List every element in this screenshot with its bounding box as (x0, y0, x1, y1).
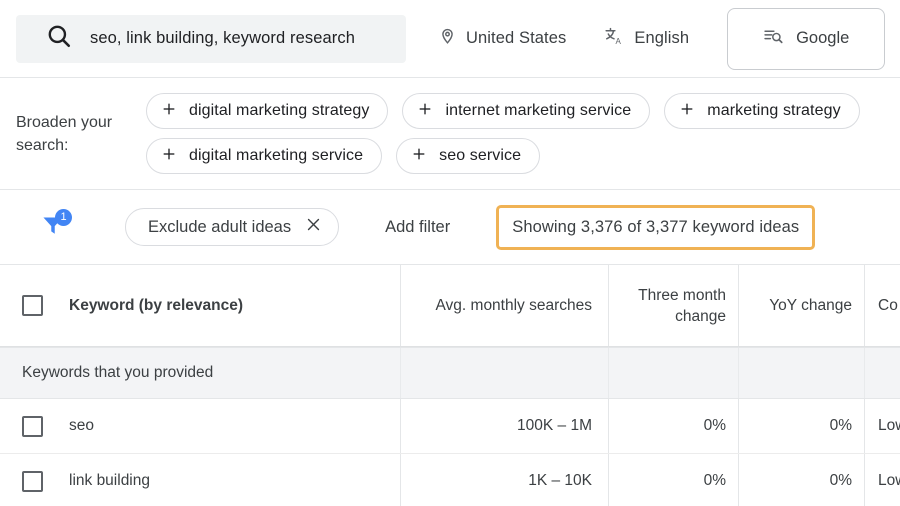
group-cell-avg (400, 348, 608, 398)
group-cell-keyword: Keywords that you provided (0, 348, 400, 398)
search-header: seo, link building, keyword research Uni… (0, 0, 900, 78)
row-cell-competition: Low (864, 454, 900, 506)
header-label-three-month-change: Three month change (638, 286, 726, 325)
row-cell-three-month-change: 0% (608, 454, 738, 506)
select-all-checkbox[interactable] (22, 295, 43, 316)
plus-icon (417, 101, 433, 122)
search-network-button[interactable]: Google (727, 7, 886, 70)
add-filter-button[interactable]: Add filter (385, 218, 450, 237)
group-cell-three (608, 348, 738, 398)
row-cell-three-month-change: 0% (608, 399, 738, 453)
row-yoy-change-value: 0% (829, 472, 852, 489)
table-row[interactable]: link building 1K – 10K 0% 0% Low (0, 454, 900, 506)
header-label-yoy-change: YoY change (769, 297, 852, 314)
plus-icon (679, 101, 695, 122)
showing-count-label: Showing 3,376 of 3,377 keyword ideas (512, 217, 800, 236)
broaden-search-section: Broaden your search: digital marketing s… (0, 78, 900, 190)
plus-icon (161, 146, 177, 167)
header-cell-three-month-change[interactable]: Three month change (608, 265, 738, 346)
filter-count-badge: 1 (55, 209, 72, 226)
table-row[interactable]: seo 100K – 1M 0% 0% Low (0, 399, 900, 454)
active-filter-chip[interactable]: Exclude adult ideas (125, 208, 340, 246)
search-network-label: Google (796, 29, 850, 47)
location-selector[interactable]: United States (438, 15, 566, 63)
header-label-keyword[interactable]: Keyword (by relevance) (69, 296, 243, 316)
broaden-chip-label: digital marketing service (189, 147, 364, 164)
keyword-ideas-table: Keyword (by relevance) Avg. monthly sear… (0, 265, 900, 506)
broaden-chip-list: digital marketing strategy internet mark… (146, 93, 900, 174)
plus-icon (411, 146, 427, 167)
row-select-checkbox[interactable] (22, 470, 43, 492)
group-row-label: Keywords that you provided (22, 364, 214, 381)
filter-funnel-button[interactable]: 1 (34, 208, 72, 246)
broaden-search-label: Broaden your search: (16, 113, 113, 154)
search-icon (46, 23, 72, 54)
row-yoy-change-value: 0% (829, 417, 852, 434)
row-cell-competition: Low (864, 399, 900, 453)
row-keyword-label: link building (69, 472, 150, 489)
showing-count-highlight: Showing 3,376 of 3,377 keyword ideas (496, 204, 816, 250)
header-cell-yoy-change[interactable]: YoY change (738, 265, 864, 346)
keyword-planner-page: seo, link building, keyword research Uni… (0, 0, 900, 506)
header-label-avg-monthly-searches: Avg. monthly searches (435, 297, 592, 314)
filter-bar: 1 Exclude adult ideas Add filter Showing… (0, 190, 900, 265)
group-cell-yoy (738, 348, 864, 398)
row-cell-yoy-change: 0% (738, 454, 864, 506)
broaden-chip[interactable]: digital marketing service (146, 138, 383, 174)
search-input-value[interactable]: seo, link building, keyword research (90, 29, 355, 48)
row-keyword-label: seo (69, 417, 94, 434)
row-competition-value: Low (878, 472, 900, 489)
header-cell-competition[interactable]: Co (864, 265, 900, 346)
row-cell-avg-monthly-searches: 1K – 10K (400, 454, 608, 506)
language-label: English (634, 29, 690, 47)
location-label: United States (466, 29, 567, 47)
active-filter-label: Exclude adult ideas (148, 217, 292, 236)
broaden-chip-label: seo service (439, 147, 522, 164)
table-header-row: Keyword (by relevance) Avg. monthly sear… (0, 265, 900, 347)
broaden-chip[interactable]: marketing strategy (664, 93, 860, 129)
row-cell-avg-monthly-searches: 100K – 1M (400, 399, 608, 453)
header-label-competition: Co (878, 297, 898, 314)
broaden-chip[interactable]: digital marketing strategy (146, 93, 389, 129)
row-cell-yoy-change: 0% (738, 399, 864, 453)
language-selector[interactable]: A English (604, 15, 689, 63)
group-cell-competition (864, 348, 900, 398)
close-icon[interactable] (305, 216, 322, 238)
row-avg-monthly-searches-value: 1K – 10K (528, 472, 592, 489)
broaden-chip-label: marketing strategy (707, 102, 841, 119)
broaden-chip[interactable]: internet marketing service (402, 93, 651, 129)
row-three-month-change-value: 0% (703, 472, 726, 489)
row-avg-monthly-searches-value: 100K – 1M (517, 417, 592, 434)
keyword-search-field[interactable]: seo, link building, keyword research (16, 14, 406, 63)
translate-icon: A (604, 26, 625, 52)
row-cell-keyword: seo (0, 399, 400, 453)
broaden-chip-label: digital marketing strategy (189, 102, 370, 119)
table-group-row: Keywords that you provided (0, 347, 900, 399)
row-select-checkbox[interactable] (22, 415, 43, 437)
broaden-chip-label: internet marketing service (445, 102, 632, 119)
svg-text:A: A (616, 36, 622, 45)
manage-search-icon (763, 26, 784, 52)
row-competition-value: Low (878, 417, 900, 434)
header-cell-keyword: Keyword (by relevance) (0, 265, 400, 346)
row-cell-keyword: link building (0, 454, 400, 506)
broaden-chip[interactable]: seo service (396, 138, 541, 174)
location-pin-icon (438, 27, 457, 51)
plus-icon (161, 101, 177, 122)
row-three-month-change-value: 0% (703, 417, 726, 434)
header-cell-avg-monthly-searches[interactable]: Avg. monthly searches (400, 265, 608, 346)
